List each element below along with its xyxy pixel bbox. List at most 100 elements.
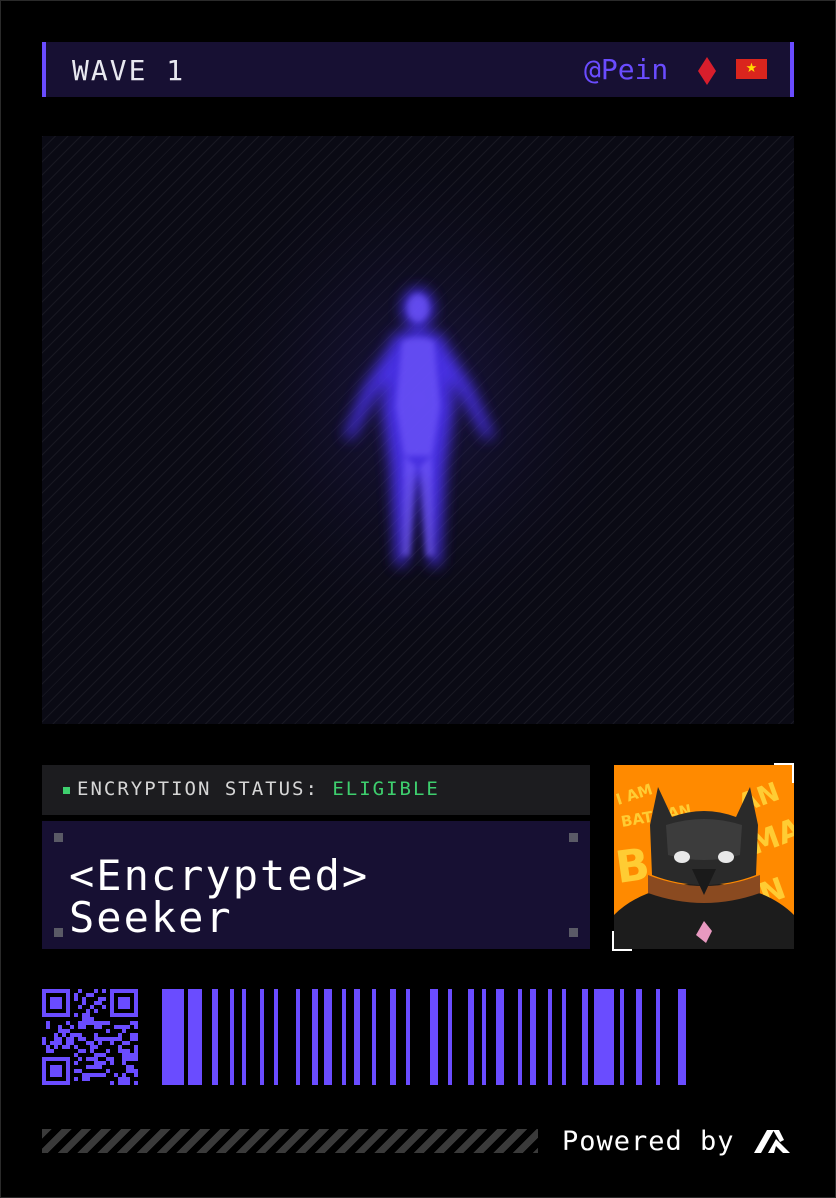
qr-module xyxy=(110,1041,114,1045)
qr-module xyxy=(46,1049,50,1053)
qr-module xyxy=(122,1025,126,1029)
qr-module xyxy=(130,1033,134,1037)
qr-module xyxy=(50,1065,62,1077)
hero-image xyxy=(42,136,794,724)
qr-module xyxy=(94,1065,98,1069)
status-value: ELIGIBLE xyxy=(332,778,440,800)
barcode-bar xyxy=(230,989,234,1085)
qr-module xyxy=(94,1037,98,1041)
qr-module xyxy=(126,1069,130,1073)
qr-module xyxy=(126,1081,130,1085)
qr-module xyxy=(98,1061,102,1065)
qr-module xyxy=(122,1073,126,1077)
barcode-bar xyxy=(548,989,552,1085)
qr-module xyxy=(122,1053,126,1057)
qr-module xyxy=(78,1021,82,1025)
qr-module xyxy=(98,1025,102,1029)
qr-module xyxy=(78,1033,82,1037)
barcode-bar xyxy=(636,989,642,1085)
barcode-bar xyxy=(324,989,332,1085)
qr-module xyxy=(102,1053,106,1057)
qr-module xyxy=(134,1049,138,1053)
qr-module xyxy=(90,993,94,997)
qr-module xyxy=(134,1073,138,1077)
qr-module xyxy=(82,1073,86,1077)
qr-module xyxy=(102,1037,106,1041)
barcode-bar xyxy=(656,989,660,1085)
qr-module xyxy=(82,1077,86,1081)
qr-module xyxy=(122,1077,126,1081)
qr-module xyxy=(42,1037,46,1041)
qr-module xyxy=(70,1041,74,1045)
barcode-bar xyxy=(468,989,474,1085)
holographic-figure-icon xyxy=(188,166,648,686)
qr-module xyxy=(82,1025,86,1029)
qr-module xyxy=(94,1025,98,1029)
qr-module xyxy=(66,1037,70,1041)
qr-module xyxy=(106,1021,110,1025)
qr-module xyxy=(126,1077,130,1081)
brand-logo-icon[interactable] xyxy=(752,1128,792,1154)
barcode-icon xyxy=(162,989,686,1085)
qr-module xyxy=(82,1013,86,1017)
qr-module xyxy=(78,1005,82,1009)
qr-module xyxy=(82,1049,86,1053)
barcode-bar xyxy=(312,989,318,1085)
qr-module xyxy=(46,1025,50,1029)
qr-module xyxy=(90,1005,94,1009)
qr-module xyxy=(118,1077,122,1081)
qr-module xyxy=(42,1041,46,1045)
corner-marker xyxy=(569,928,578,937)
barcode-bar xyxy=(482,989,486,1085)
barcode-bar xyxy=(582,989,588,1085)
qr-module xyxy=(74,993,78,997)
qr-module xyxy=(58,1037,62,1041)
qr-module xyxy=(126,1053,130,1057)
qr-module xyxy=(82,997,86,1001)
qr-module xyxy=(90,1021,94,1025)
barcode-bar xyxy=(274,989,278,1085)
qr-module xyxy=(46,1045,50,1049)
qr-module xyxy=(86,1021,90,1025)
qr-module xyxy=(122,1081,126,1085)
avatar: I AM BATMAN B AN MA N xyxy=(614,765,794,949)
qr-module xyxy=(102,1005,106,1009)
qr-module xyxy=(130,1037,134,1041)
name-panel: <Encrypted> Seeker xyxy=(42,821,590,949)
barcode-bar xyxy=(594,989,614,1085)
qr-module xyxy=(106,1057,110,1061)
qr-module xyxy=(122,1041,126,1045)
qr-module xyxy=(50,1041,54,1045)
qr-module xyxy=(86,1009,90,1013)
qr-module xyxy=(74,997,78,1001)
barcode-bar xyxy=(212,989,218,1085)
qr-module xyxy=(90,1073,94,1077)
qr-module xyxy=(86,993,90,997)
qr-module xyxy=(102,1073,106,1077)
qr-module xyxy=(114,1025,118,1029)
qr-module xyxy=(98,1053,102,1057)
qr-module xyxy=(54,1041,58,1045)
qr-module xyxy=(58,1025,62,1029)
qr-module xyxy=(122,1057,126,1061)
qr-module xyxy=(122,1061,126,1065)
corner-marker xyxy=(569,833,578,842)
qr-module xyxy=(98,1041,102,1045)
user-handle[interactable]: @Pein xyxy=(584,53,668,86)
qr-module xyxy=(94,1001,98,1005)
qr-module xyxy=(70,1025,74,1029)
barcode-bar xyxy=(242,989,246,1085)
qr-module xyxy=(78,1049,82,1053)
qr-module xyxy=(106,1069,110,1073)
vietnam-flag-icon: ★ xyxy=(736,59,767,79)
qr-module xyxy=(126,1049,130,1053)
qr-module xyxy=(62,1045,66,1049)
barcode-bar xyxy=(296,989,300,1085)
qr-module xyxy=(74,1033,78,1037)
qr-module xyxy=(134,1037,138,1041)
qr-module xyxy=(126,1065,130,1069)
qr-module xyxy=(58,1041,62,1045)
barcode-bar xyxy=(406,989,410,1085)
barcode-bar xyxy=(678,989,686,1085)
qr-module xyxy=(130,1053,134,1057)
